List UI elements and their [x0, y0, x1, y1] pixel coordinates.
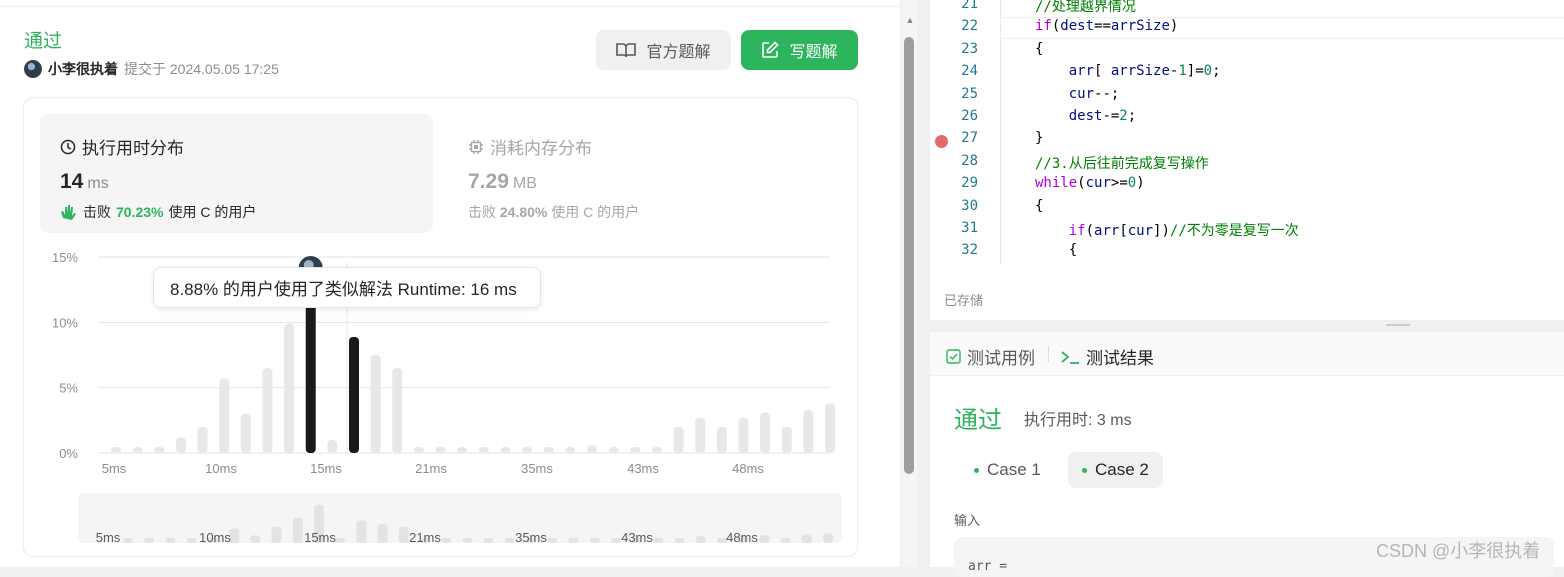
code-text[interactable]: //处理越界情况	[1035, 0, 1136, 16]
terminal-icon	[1061, 350, 1079, 364]
runtime-value: 14 ms	[60, 170, 109, 194]
case-1-button[interactable]: Case 1	[960, 452, 1055, 488]
memory-beats-suffix: 使用 C 的用户	[551, 204, 640, 220]
case-2-label: Case 2	[1095, 460, 1149, 479]
runtime-beats-percent: 70.23%	[116, 204, 164, 220]
stats-card: 执行用时分布 14 ms 击败 70.23% 使用 C 的用户 消耗内存分布 7.…	[23, 97, 858, 557]
submission-status: 通过	[24, 31, 63, 52]
clock-icon	[60, 139, 76, 154]
code-text[interactable]: //3.从后往前完成复写操作	[1035, 153, 1209, 173]
runtime-beats-suffix: 使用 C 的用户	[168, 204, 257, 220]
memory-title-text: 消耗内存分布	[490, 139, 592, 158]
code-line[interactable]: 32 {	[930, 242, 1564, 264]
line-number[interactable]: 28	[930, 153, 978, 169]
runtime-beats-prefix: 击败	[83, 204, 111, 220]
code-line[interactable]: 26 dest-=2;	[930, 108, 1564, 130]
line-number[interactable]: 27	[930, 130, 978, 146]
code-line[interactable]: 29 while(cur>=0)	[930, 175, 1564, 197]
line-number[interactable]: 25	[930, 86, 978, 102]
code-text[interactable]: }	[1035, 130, 1043, 146]
memory-beats: 击败 24.80% 使用 C 的用户	[468, 202, 639, 222]
watermark: CSDN @小李很执着	[1376, 541, 1541, 561]
result-status: 通过	[954, 407, 1002, 434]
tab-separator	[1048, 346, 1049, 362]
chart-tooltip: 8.88% 的用户使用了类似解法 Runtime: 16 ms	[153, 267, 541, 308]
runtime-number: 14	[60, 170, 84, 193]
runtime-title: 执行用时分布	[60, 134, 184, 159]
tab-test-results[interactable]: 测试结果	[1060, 344, 1154, 369]
submitted-time: 提交于 2024.05.05 17:25	[124, 61, 279, 77]
official-solution-button[interactable]: 官方题解	[596, 30, 731, 70]
line-number[interactable]: 22	[930, 18, 978, 34]
line-number[interactable]: 23	[930, 41, 978, 57]
code-line[interactable]: 31 if(arr[cur])//不为零是复写一次	[930, 220, 1564, 242]
memory-unit: MB	[512, 175, 537, 192]
code-editor[interactable]: 21 //处理越界情况 22 if(dest==arrSize) 23 {24 arr[ …	[930, 0, 1564, 320]
scroll-up-icon[interactable]: ▲	[903, 15, 917, 27]
panel-divider[interactable]	[918, 0, 928, 567]
edit-icon	[762, 41, 780, 58]
case-1-status-dot	[974, 467, 979, 473]
runtime-tab[interactable]: 执行用时分布 14 ms 击败 70.23% 使用 C 的用户	[40, 114, 433, 233]
code-line[interactable]: 27}	[930, 130, 1564, 152]
tab-test-cases-label: 测试用例	[967, 349, 1035, 368]
clap-icon	[61, 205, 76, 220]
memory-beats-prefix: 击败	[468, 204, 496, 220]
saved-status: 已存储	[944, 293, 984, 308]
avatar[interactable]	[24, 60, 42, 78]
tab-test-results-label: 测试结果	[1086, 349, 1154, 368]
memory-tab[interactable]: 消耗内存分布 7.29 MB 击败 24.80% 使用 C 的用户	[468, 114, 838, 233]
line-number[interactable]: 30	[930, 198, 978, 214]
book-icon	[616, 43, 637, 58]
line-number[interactable]: 31	[930, 220, 978, 236]
code-text[interactable]: {	[1035, 41, 1043, 57]
case-2-button[interactable]: Case 2	[1068, 452, 1163, 488]
test-tabbar: 测试用例 测试结果	[930, 332, 1564, 376]
code-text[interactable]: while(cur>=0)	[1035, 175, 1145, 191]
runtime-beats: 击败 70.23% 使用 C 的用户	[60, 202, 256, 222]
write-solution-button[interactable]: 写题解	[741, 30, 858, 70]
test-panel: 测试用例 测试结果 通过 执行用时: 3 ms Case 1 Case 2 输入…	[930, 332, 1564, 577]
line-number[interactable]: 29	[930, 175, 978, 191]
code-text[interactable]: cur--;	[1035, 86, 1120, 102]
resize-handle[interactable]	[1386, 324, 1410, 326]
write-solution-label: 写题解	[789, 44, 838, 61]
memory-beats-percent: 24.80%	[499, 204, 548, 220]
memory-value: 7.29 MB	[468, 170, 537, 194]
code-line[interactable]: 21 //处理越界情况	[930, 0, 1564, 18]
code-line[interactable]: 28 //3.从后往前完成复写操作	[930, 153, 1564, 175]
line-number[interactable]: 26	[930, 108, 978, 124]
runtime-title-text: 执行用时分布	[82, 139, 184, 158]
code-line[interactable]: 24 arr[ arrSize-1]=0;	[930, 63, 1564, 85]
checkbox-icon	[946, 349, 961, 364]
line-number[interactable]: 24	[930, 63, 978, 79]
code-text[interactable]: dest-=2;	[1035, 108, 1136, 124]
memory-title: 消耗内存分布	[468, 134, 592, 159]
left-scrollbar-thumb[interactable]	[904, 37, 914, 474]
runtime-unit: ms	[87, 175, 109, 192]
official-solution-label: 官方题解	[646, 44, 711, 61]
code-line[interactable]: 23 {	[930, 41, 1564, 63]
code-line[interactable]: 25 cur--;	[930, 86, 1564, 108]
code-text[interactable]: {	[1035, 242, 1077, 258]
code-text[interactable]: if(arr[cur])//不为零是复写一次	[1035, 220, 1299, 240]
code-text[interactable]: arr[ arrSize-1]=0;	[1035, 63, 1221, 79]
line-number[interactable]: 21	[930, 0, 978, 12]
code-line[interactable]: 22 if(dest==arrSize)	[930, 18, 1564, 40]
result-time: 执行用时: 3 ms	[1024, 412, 1132, 429]
top-divider	[0, 6, 900, 7]
input-label: 输入	[954, 513, 981, 528]
chip-icon	[469, 139, 483, 154]
submission-panel: 通过 小李很执着 提交于 2024.05.05 17:25 官方题解 写题解 执…	[0, 0, 900, 567]
code-text[interactable]: if(dest==arrSize)	[1035, 18, 1178, 34]
case-1-label: Case 1	[987, 460, 1041, 479]
code-line[interactable]: 30 {	[930, 198, 1564, 220]
submission-meta: 小李很执着 提交于 2024.05.05 17:25	[24, 59, 279, 79]
line-number[interactable]: 32	[930, 242, 978, 258]
memory-number: 7.29	[468, 170, 509, 193]
case-2-status-dot	[1082, 467, 1087, 473]
code-text[interactable]: {	[1035, 198, 1043, 214]
tab-test-cases[interactable]: 测试用例	[946, 344, 1035, 369]
username[interactable]: 小李很执着	[48, 59, 118, 79]
